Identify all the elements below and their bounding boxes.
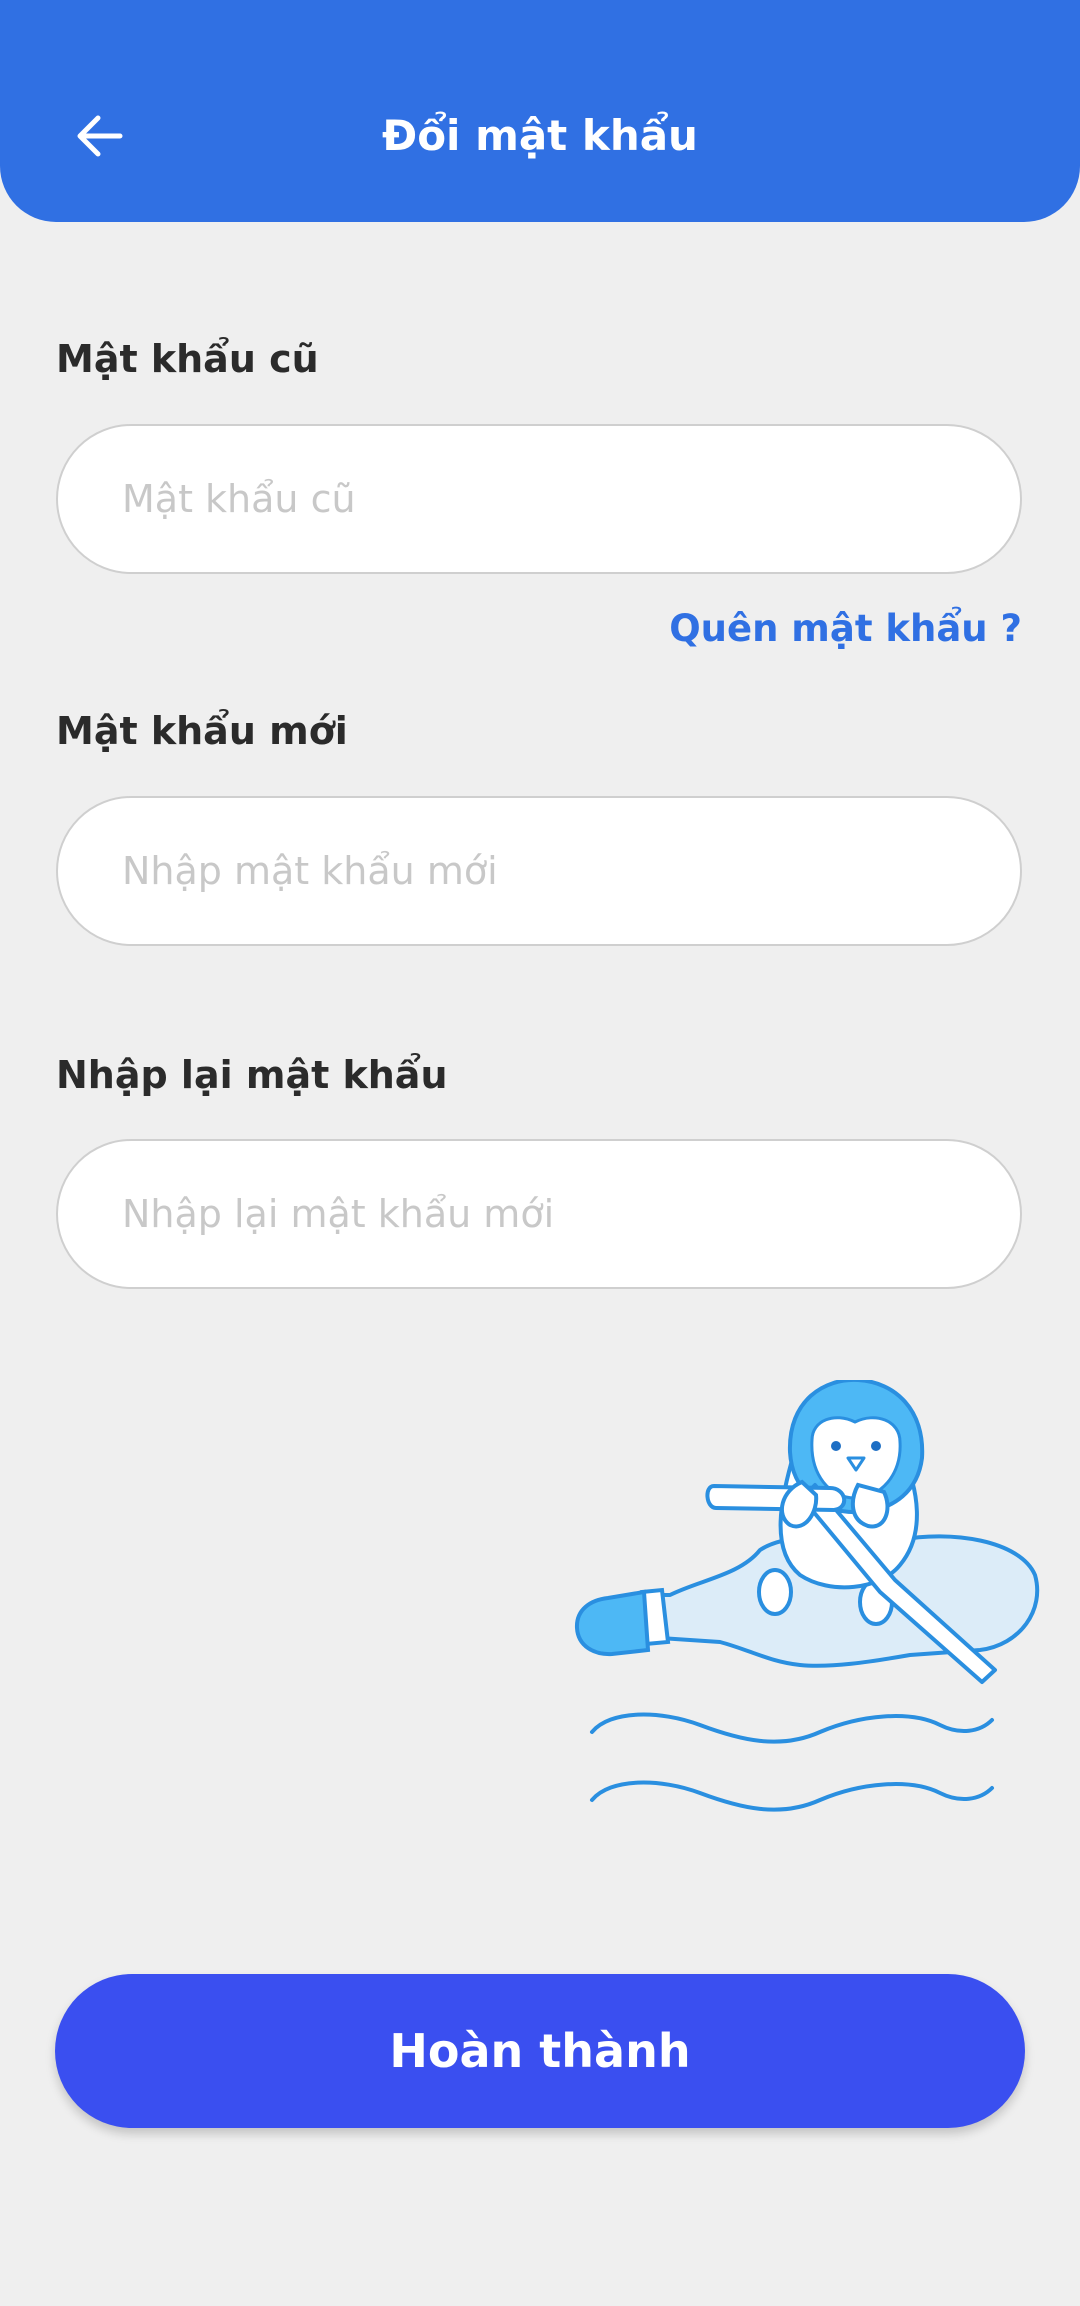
- new-password-label: Mật khẩu mới: [56, 709, 348, 753]
- confirm-password-label: Nhập lại mật khẩu: [56, 1053, 448, 1097]
- penguin-rowing-bottle-illustration: [574, 1380, 1040, 1812]
- app-header: Đổi mật khẩu: [0, 0, 1080, 222]
- new-password-input[interactable]: [58, 798, 1020, 944]
- old-password-field-wrapper: [56, 424, 1022, 574]
- new-password-field-wrapper: [56, 796, 1022, 946]
- forgot-password-link[interactable]: Quên mật khẩu ?: [669, 604, 1022, 654]
- complete-button[interactable]: Hoàn thành: [55, 1974, 1025, 2128]
- confirm-password-field-wrapper: [56, 1139, 1022, 1289]
- old-password-input[interactable]: [58, 426, 1020, 572]
- confirm-password-input[interactable]: [58, 1141, 1020, 1287]
- old-password-label: Mật khẩu cũ: [56, 337, 319, 381]
- page-title: Đổi mật khẩu: [382, 111, 698, 160]
